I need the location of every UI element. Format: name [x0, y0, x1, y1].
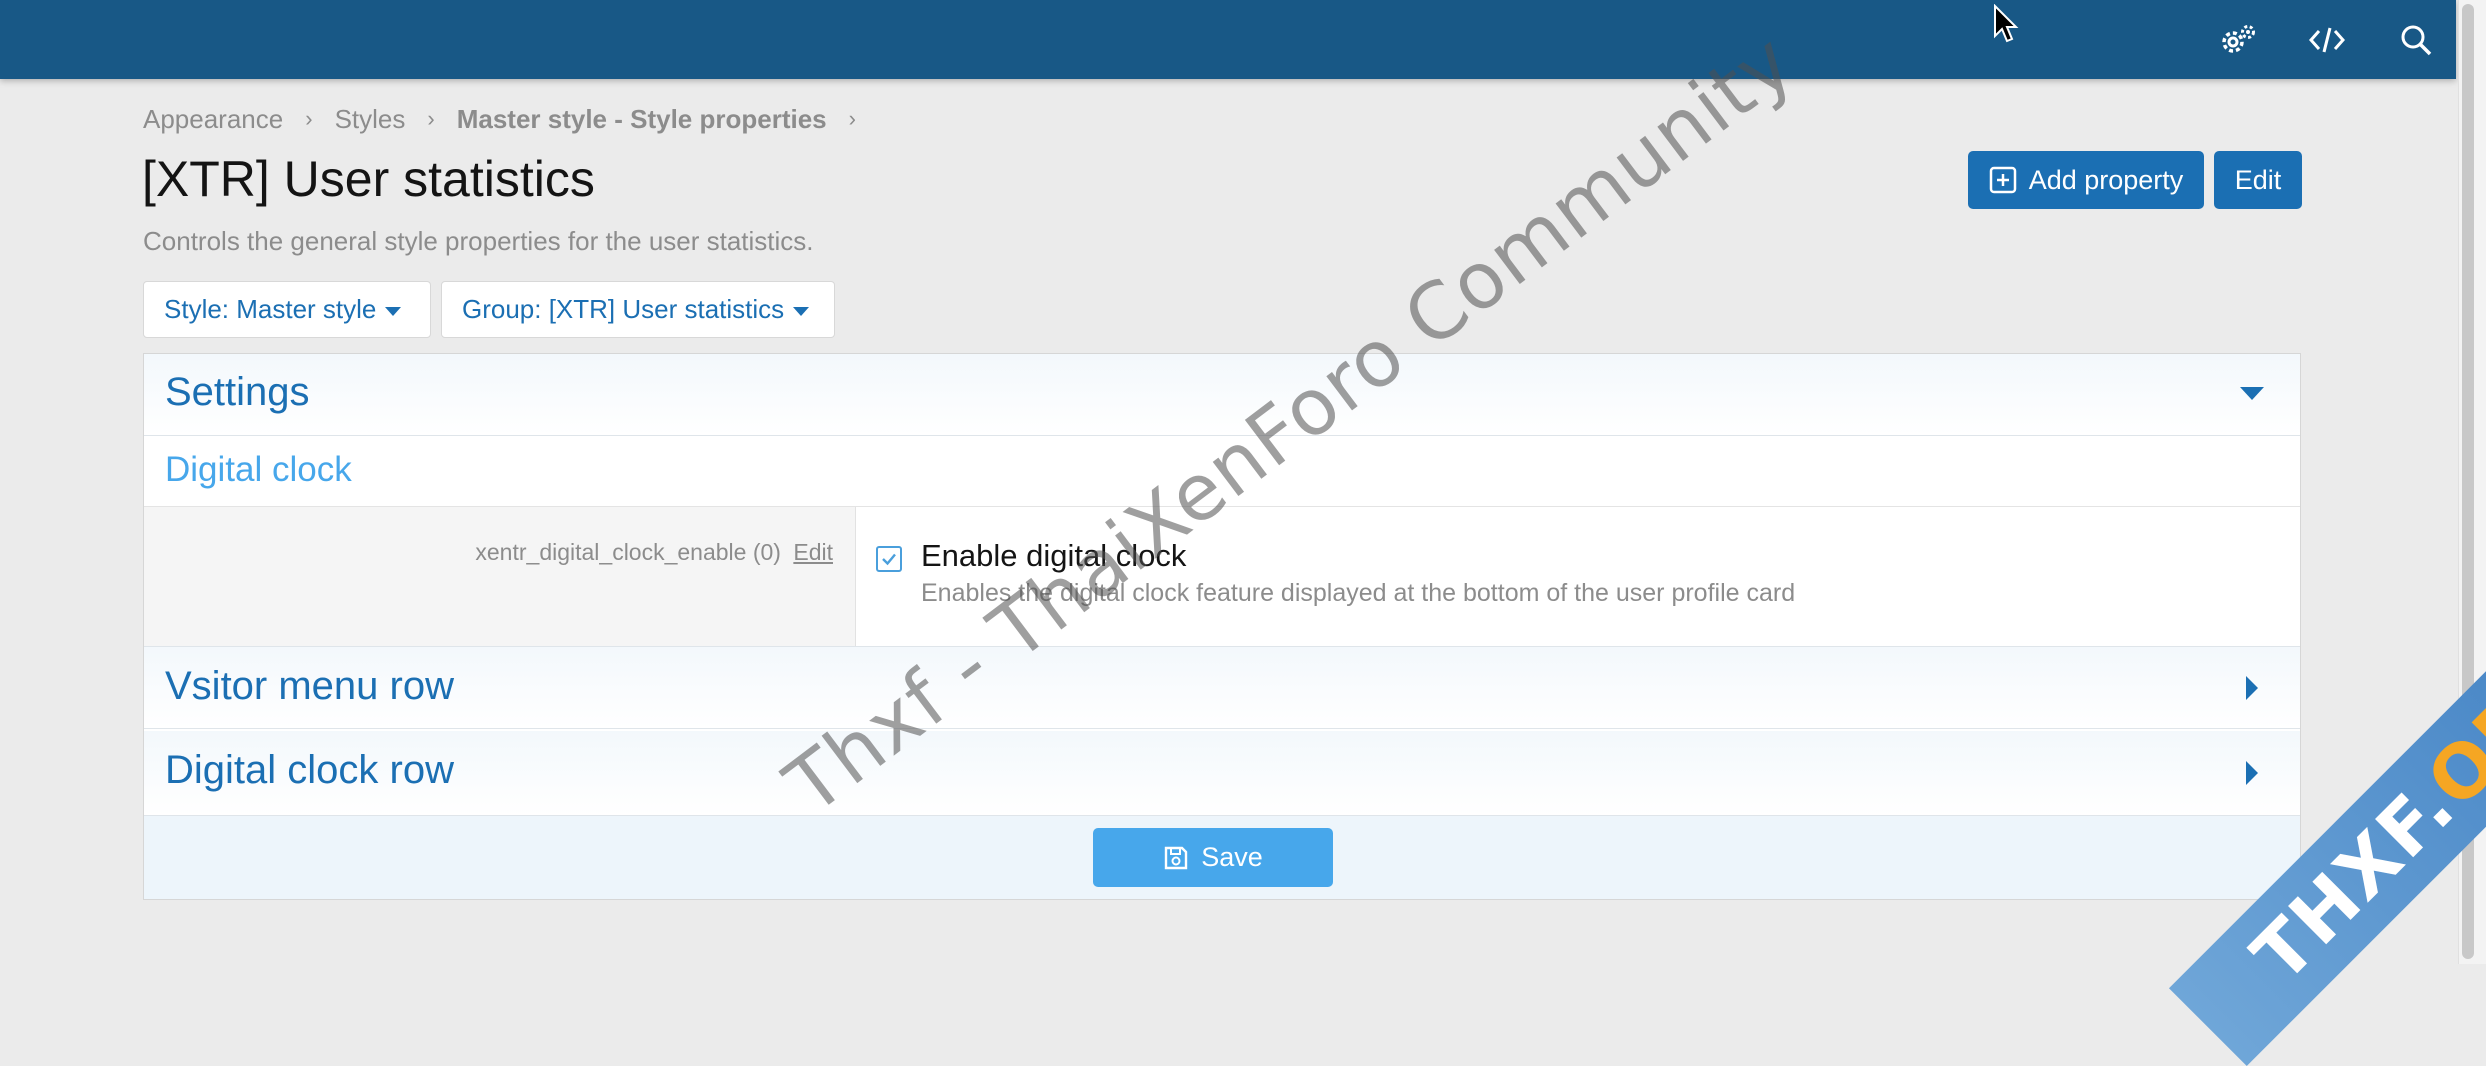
section-title-settings: Settings [165, 370, 310, 414]
caret-down-icon [2240, 387, 2264, 400]
save-label: Save [1201, 842, 1263, 872]
style-filter-label: Style: Master style [164, 294, 377, 324]
chevron-right-icon: › [305, 106, 313, 131]
group-filter-label: Group: [XTR] User statistics [462, 294, 785, 324]
section-header-settings[interactable]: Settings [144, 354, 2300, 436]
property-row: xentr_digital_clock_enable (0) Edit Enab… [144, 507, 2300, 647]
scrollbar-thumb[interactable] [2462, 4, 2474, 959]
breadcrumb-appearance[interactable]: Appearance [143, 104, 283, 135]
caret-right-icon [2246, 676, 2258, 700]
settings-gear-icon[interactable] [2218, 20, 2258, 60]
style-properties-block: Settings Digital clock xentr_digital_clo… [143, 353, 2301, 900]
chevron-right-icon: › [848, 106, 856, 131]
enable-digital-clock-checkbox[interactable] [876, 546, 902, 572]
add-property-label: Add property [2028, 164, 2184, 195]
style-filter-dropdown[interactable]: Style: Master style [143, 281, 431, 338]
group-filter-dropdown[interactable]: Group: [XTR] User statistics [441, 281, 835, 338]
top-navigation-bar [0, 0, 2456, 79]
enable-digital-clock-label[interactable]: Enable digital clock [921, 538, 1186, 574]
chevron-right-icon: › [427, 106, 435, 131]
checkmark-icon [882, 553, 896, 566]
add-property-button[interactable]: Add property [1968, 151, 2204, 209]
subheader-title: Digital clock [165, 450, 352, 489]
form-footer: Save [144, 816, 2300, 899]
search-icon[interactable] [2396, 20, 2436, 60]
property-label-cell: xentr_digital_clock_enable (0) Edit [144, 507, 856, 646]
subheader-digital-clock: Digital clock [144, 436, 2300, 507]
plus-square-icon [1989, 166, 2016, 194]
save-button[interactable]: Save [1093, 828, 1333, 887]
breadcrumb-style-properties[interactable]: Master style - Style properties [457, 104, 827, 135]
caret-down-icon [793, 306, 810, 316]
section-title-visitor-menu-row: Vsitor menu row [165, 664, 454, 708]
property-edit-link[interactable]: Edit [793, 539, 833, 565]
section-title-digital-clock-row: Digital clock row [165, 748, 454, 792]
mouse-cursor-icon [1993, 3, 2019, 49]
breadcrumb-styles[interactable]: Styles [335, 104, 406, 135]
page-title: [XTR] User statistics [142, 151, 595, 207]
section-header-digital-clock-row[interactable]: Digital clock row [144, 731, 2300, 816]
edit-button[interactable]: Edit [2214, 151, 2302, 209]
property-identifier: xentr_digital_clock_enable (0) [475, 539, 781, 565]
caret-right-icon [2246, 761, 2258, 785]
edit-label: Edit [2234, 164, 2282, 195]
save-disk-icon [1165, 846, 1188, 869]
page-description: Controls the general style properties fo… [143, 226, 814, 256]
section-header-visitor-menu-row[interactable]: Vsitor menu row [144, 647, 2300, 729]
breadcrumb: Appearance › Styles › Master style - Sty… [143, 103, 878, 135]
property-name: xentr_digital_clock_enable (0) Edit [475, 539, 833, 566]
code-icon[interactable] [2307, 20, 2347, 60]
enable-digital-clock-hint: Enables the digital clock feature displa… [921, 579, 1796, 607]
caret-down-icon [385, 306, 402, 316]
